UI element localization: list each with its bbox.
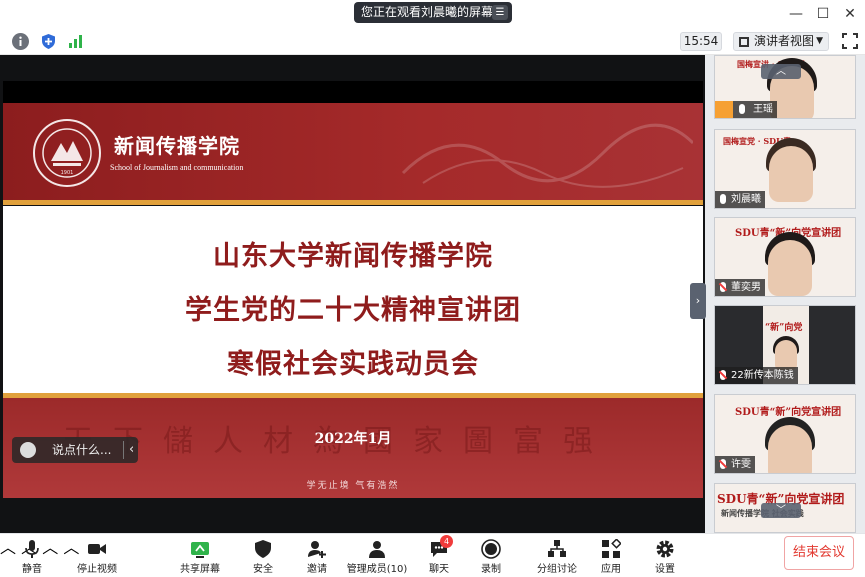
participant-namebar: 董奕男 [715, 279, 765, 296]
settings-button[interactable]: 设置 [650, 534, 680, 577]
close-icon[interactable]: ✕ [842, 6, 858, 22]
shield-icon [255, 540, 271, 558]
title-bar: 您正在观看刘晨曦的屏幕 ☰ — ☐ ✕ [0, 0, 865, 28]
slide-title-line-2: 学生党的二十大精神宣讲团 [185, 295, 521, 326]
user-avatar-icon [715, 101, 733, 118]
invite-button[interactable]: 邀请 [302, 534, 332, 577]
apps-button[interactable]: 应用 [596, 534, 626, 577]
record-button[interactable]: 录制 [476, 534, 506, 577]
microphone-icon [25, 540, 39, 558]
meeting-window: 您正在观看刘晨曦的屏幕 ☰ — ☐ ✕ 15:54 演讲者视图 ▼ 1901 新… [0, 0, 865, 577]
view-mode-select[interactable]: 演讲者视图 ▼ [733, 32, 829, 51]
chevron-down-icon: ▼ [816, 36, 823, 46]
slide-deco-pattern [401, 123, 693, 188]
participant-namebar: 王瑶 [715, 101, 777, 118]
maximize-icon[interactable]: ☐ [815, 6, 831, 22]
grid-icon [739, 37, 749, 47]
emoji-icon[interactable] [20, 442, 36, 458]
banner-text: 您正在观看刘晨曦的屏幕 [361, 5, 494, 19]
signal-icon[interactable] [67, 33, 84, 50]
bottom-control-bar: 静音 ︿ 停止视频 ︿ 共享屏幕 ︿ 安全 邀请 管理成员(10) 聊天 [0, 533, 865, 577]
chat-separator [123, 441, 124, 459]
add-user-icon [308, 541, 326, 558]
record-icon [481, 539, 501, 559]
share-screen-button[interactable]: 共享屏幕 [178, 534, 222, 577]
end-meeting-button[interactable]: 结束会议 [784, 536, 854, 570]
slide-title-area: 山东大学新闻传播学院 学生党的二十大精神宣讲团 寒假社会实践动员会 [3, 206, 703, 393]
gallery-collapse-icon[interactable]: › [690, 283, 706, 319]
mic-muted-icon [720, 370, 726, 380]
participant-name: 许雯 [731, 459, 751, 470]
participant-name: 王瑶 [753, 104, 773, 115]
mic-icon [739, 104, 745, 114]
chevron-left-icon[interactable]: ‹ [129, 437, 134, 463]
apps-icon [602, 539, 621, 558]
school-name-cn: 新闻传播学院 [114, 134, 240, 158]
video-camera-icon [88, 544, 106, 554]
gear-icon [656, 540, 674, 558]
hamburger-icon[interactable]: ☰ [492, 5, 508, 20]
breakout-rooms-button[interactable]: 分组讨论 [534, 534, 580, 577]
breakout-icon [548, 540, 566, 557]
view-mode-label: 演讲者视图 [754, 34, 815, 48]
video-tile-3[interactable]: SDU青“新”向党宣讲团 董奕男 [714, 217, 856, 297]
video-tile-2[interactable]: 国梅宣党 · SDU青 刘晨曦 [714, 129, 856, 209]
info-icon[interactable] [12, 33, 29, 50]
gallery-scroll-down-icon[interactable]: ﹀ [761, 503, 801, 518]
slide-header: 1901 新闻传播学院 School of Journalism and com… [3, 103, 703, 200]
school-name-en: School of Journalism and communication [110, 163, 244, 172]
meeting-toolbar: 15:54 演讲者视图 ▼ [0, 28, 865, 55]
video-tile-5[interactable]: SDU青“新”向党宣讲团 许雯 [714, 394, 856, 474]
participant-namebar: 刘晨曦 [715, 191, 765, 208]
security-button[interactable]: 安全 [248, 534, 278, 577]
university-seal-icon: 1901 [33, 119, 101, 187]
slide-motto: 学无止境 气有浩然 [306, 481, 400, 491]
mic-muted-icon [720, 459, 726, 469]
meeting-clock: 15:54 [680, 32, 722, 51]
participant-namebar: 22新传本陈钱 [715, 367, 798, 384]
manage-participants-button[interactable]: 管理成员(10) [346, 534, 408, 577]
mic-muted-icon [720, 282, 726, 292]
mic-icon [720, 194, 726, 204]
chat-placeholder: 说点什么... [52, 443, 112, 457]
minimize-icon[interactable]: — [788, 6, 804, 22]
svg-text:1901: 1901 [61, 170, 74, 176]
slide-title-line-1: 山东大学新闻传播学院 [213, 241, 493, 272]
gold-divider-top [3, 200, 703, 205]
participant-name: 22新传本陈钱 [731, 370, 794, 381]
mute-button[interactable]: 静音 [14, 534, 50, 577]
participant-gallery: 国梅宣讲 · SDU青 王瑶 国梅宣党 · SDU青 刘晨曦 SDU青“新”向党… [705, 55, 865, 533]
fullscreen-icon[interactable] [842, 33, 858, 49]
stop-video-button[interactable]: 停止视频 [74, 534, 120, 577]
participants-icon [369, 541, 385, 558]
participant-namebar: 许雯 [715, 456, 755, 473]
shield-icon[interactable] [40, 33, 57, 50]
slide-title-line-3: 寒假社会实践动员会 [227, 349, 479, 380]
chat-input-pill[interactable]: 说点什么... ‹ [12, 437, 138, 463]
participant-name: 刘晨曦 [731, 194, 761, 205]
screen-share-banner[interactable]: 您正在观看刘晨曦的屏幕 ☰ [354, 2, 512, 23]
chat-unread-badge: 4 [440, 535, 453, 548]
video-tile-4[interactable]: “新”向党 22新传本陈钱 [714, 305, 856, 385]
gallery-scroll-up-icon[interactable]: ︿ [761, 64, 801, 79]
participant-name: 董奕男 [731, 282, 761, 293]
share-screen-icon [191, 542, 209, 558]
